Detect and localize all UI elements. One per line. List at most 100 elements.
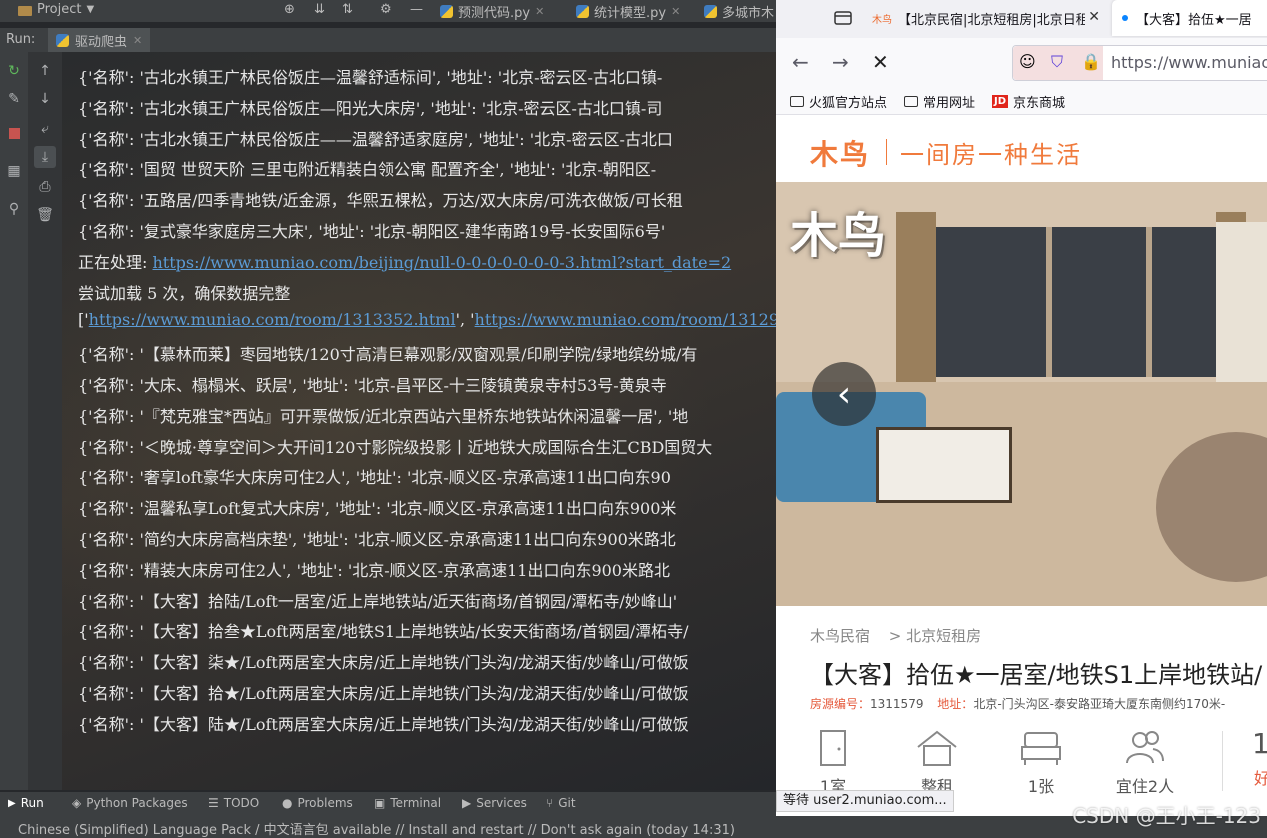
project-label: Project [37,2,82,17]
extension-icon[interactable]: ☺ [1019,52,1036,71]
browser-tab-1[interactable]: 木鸟 【北京民宿|北京短租房|北京日租 ✕ [872,0,1106,36]
photo-window-frame [1146,227,1152,377]
photo-window [926,227,1226,377]
bookmarks-toolbar: 火狐官方站点 常用网址 JD 京东商城 [776,86,1267,115]
tab-services[interactable]: ▶ Services [462,796,527,810]
browser-tab-2[interactable]: 【大客】拾伍★一居 [1112,0,1267,36]
close-icon[interactable]: ✕ [1085,9,1100,25]
run-config-label: 驱动爬虫 [75,34,128,50]
feature-guests: 宜住2人 [1110,729,1180,797]
chevron-left-icon: ‹ [836,373,852,415]
trash-icon[interactable]: 🗑 [34,204,56,226]
lock-icon[interactable]: 🔒 [1081,52,1101,71]
url-bar[interactable]: ☺ ⛉ 🔒 https://www.muniao.com [1012,45,1267,81]
console-line: {'名称': '奢享loft豪华大床房可住2人', '地址': '北京-顺义区-… [78,464,671,488]
tab-label: TODO [223,796,260,810]
wrench-icon[interactable]: ✎ [3,88,25,110]
bottom-tool-tabs: ▶ Run ◈ Python Packages ☰ TODO ● Problem… [0,792,776,816]
listing-id-label: 房源编号： [810,697,871,711]
branch-icon: ⑂ [546,796,554,810]
forward-icon[interactable]: → [832,50,849,74]
print-icon[interactable]: ⎙ [34,176,56,198]
photo-watermark: 木鸟 [790,208,887,264]
listing-meta: 房源编号：1311579 地址：北京-门头沟区-泰安路亚琦大厦东南侧约170米- [810,695,1235,712]
close-icon[interactable]: ✕ [535,5,544,18]
tab-python-packages[interactable]: ◈ Python Packages [72,796,188,810]
bookmark-jd[interactable]: JD 京东商城 [992,92,1065,111]
console-output[interactable]: {'名称': '古北水镇王广林民俗饭庄—温馨舒适标间', '地址': '北京-密… [62,52,776,790]
info-icon: ● [282,796,293,810]
tab-terminal[interactable]: ▣ Terminal [374,796,441,810]
console-line-text: {'名称': '『梵克雅宝*西站』可开票做饭/近北京西站六里桥东地铁站休闲温馨一… [78,406,689,426]
hide-icon[interactable]: — [410,2,423,17]
scroll-to-end-icon[interactable]: ⤓ [34,146,56,168]
gear-icon[interactable]: ⚙ [380,2,392,17]
stop-loading-icon[interactable]: ✕ [872,50,889,74]
shield-icon[interactable]: ⛉ [1051,52,1063,72]
site-logo[interactable]: 木鸟 [810,133,870,173]
python-file-icon [440,5,453,18]
target-icon[interactable]: ⊕ [284,2,295,17]
tab-git[interactable]: ⑂ Git [546,796,576,810]
console-line-text: [' [78,310,89,330]
bookmark-common[interactable]: 常用网址 [904,92,975,111]
console-line-text: {'名称': '【大客】柒★/Loft两居室大床房/近上岸地铁/门头沟/龙湖天街… [78,653,689,673]
close-icon[interactable]: ✕ [671,5,680,18]
console-line-text: {'名称': '古北水镇王广林民俗饭庄—阳光大床房', '地址': '北京-密云… [78,98,663,118]
editor-tab-label: 统计模型.py [594,6,667,21]
console-link[interactable]: https://www.muniao.com/room/13129 [475,310,776,329]
close-icon[interactable]: ✕ [133,34,142,47]
folder-icon [18,5,32,16]
arrow-up-icon[interactable]: ↑ [34,60,56,82]
back-icon[interactable]: ← [792,50,809,74]
console-line-text: 尝试加载 5 次，确保数据完整 [78,283,291,303]
console-line-text: {'名称': '复式豪华家庭房三大床', '地址': '北京-朝阳区-建华南路1… [78,222,666,241]
project-tool-button[interactable]: Project ▼ [18,2,94,17]
stop-icon[interactable] [3,122,25,144]
run-config-tab[interactable]: 驱动爬虫 ✕ [48,28,151,54]
rerun-icon[interactable]: ↻ [3,60,25,82]
console-line: 尝试加载 5 次，确保数据完整 [78,280,290,304]
photo-curtain [896,212,936,382]
console-line-text: {'名称': '奢享loft豪华大床房可住2人', '地址': '北京-顺义区-… [78,468,671,488]
console-line-text: {'名称': '【慕林而莱】枣园地铁/120寸高清巨幕观影/双窗观景/印刷学院/… [78,345,698,365]
run-panel-header: Run: 驱动爬虫 ✕ [0,28,776,54]
collapse-all-icon[interactable]: ⇊ [314,2,325,17]
breadcrumb-item[interactable]: 木鸟民宿 [810,627,870,645]
console-link[interactable]: https://www.muniao.com/beijing/null-0-0-… [152,253,731,272]
editor-tab-1[interactable]: 预测代码.py ✕ [440,2,544,21]
editor-tab-3[interactable]: 多城市木 [704,2,774,21]
console-line-text: {'名称': '大床、榻榻米、跃层', '地址': '北京-昌平区-十三陵镇黄泉… [78,376,667,395]
house-icon [917,730,957,766]
console-line: {'名称': '【大客】柒★/Loft两居室大床房/近上岸地铁/门头沟/龙湖天街… [78,649,689,673]
folder-icon [904,96,918,107]
run-toolbar-primary: ↻ ✎ ▦ ⚲ [0,52,28,790]
photo-window-frame [1046,227,1052,377]
bookmark-firefox[interactable]: 火狐官方站点 [790,92,887,111]
tab-title: 【大客】拾伍★一居 [1136,12,1252,28]
soft-wrap-icon[interactable]: ⤶ [34,118,56,140]
tab-problems[interactable]: ● Problems [282,796,353,810]
tab-todo[interactable]: ☰ TODO [208,796,259,810]
console-line-text: {'名称': '温馨私享Loft复式大床房', '地址': '北京-顺义区-京承… [78,499,677,519]
listing-photo[interactable]: 木鸟 ‹ [776,182,1267,606]
browser-nav-bar: ← → ✕ ☺ ⛉ 🔒 https://www.muniao.com [776,38,1267,86]
tab-run[interactable]: ▶ Run [8,796,44,810]
listing-id-value: 1311579 [870,697,924,711]
console-line: {'名称': '大床、榻榻米、跃层', '地址': '北京-昌平区-十三陵镇黄泉… [78,372,667,396]
editor-tab-2[interactable]: 统计模型.py ✕ [576,2,680,21]
rating-word: 好 [1254,769,1267,788]
feature-rooms: 1室 [798,729,868,797]
arrow-down-icon[interactable]: ↓ [34,88,56,110]
browser-status-text: 等待 user2.muniao.com... [776,790,954,812]
expand-all-icon[interactable]: ⇅ [342,2,353,17]
python-file-icon [576,5,589,18]
pin-icon[interactable]: ⚲ [3,198,25,220]
feature-divider [1222,731,1223,791]
console-link[interactable]: https://www.muniao.com/room/1313352.html [89,310,456,329]
language-pack-notification[interactable]: Chinese (Simplified) Language Pack / 中文语… [18,819,735,838]
prev-photo-button[interactable]: ‹ [812,362,876,426]
tab-list-icon[interactable] [832,8,854,28]
layout-icon[interactable]: ▦ [3,160,25,182]
breadcrumb-item[interactable]: > 北京短租房 [889,627,981,645]
